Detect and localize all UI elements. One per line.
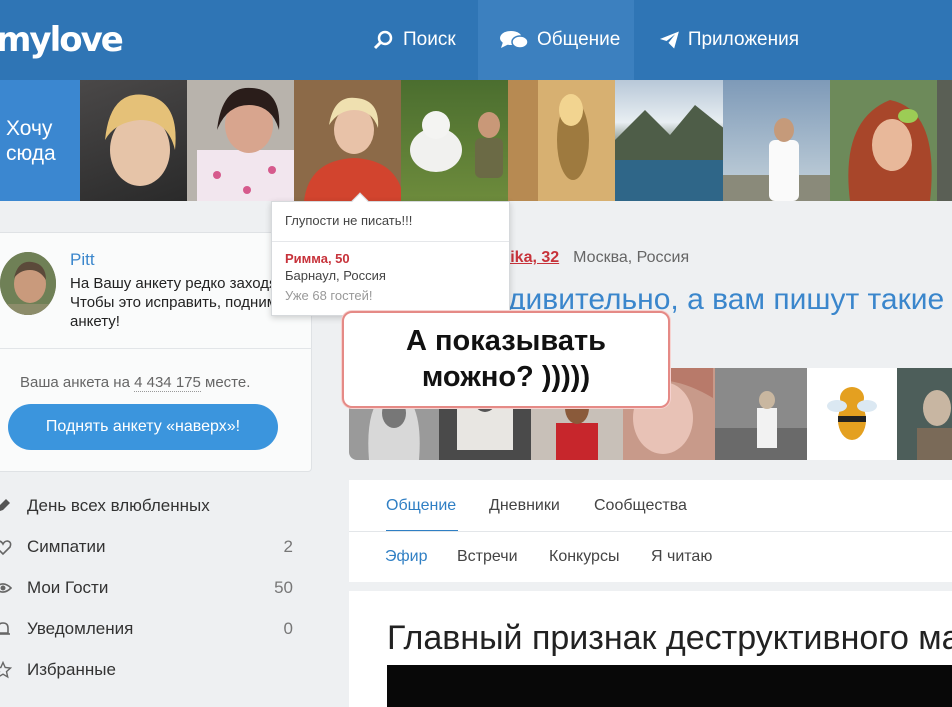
search-icon xyxy=(373,30,393,50)
featured-photo[interactable] xyxy=(508,80,616,201)
tooltip-guests: Уже 68 гостей! xyxy=(285,288,373,303)
menu-item-count: 2 xyxy=(283,537,293,556)
featured-photo-strip: Хочу сюда xyxy=(0,80,952,201)
feed-user-city: Москва, Россия xyxy=(573,249,690,266)
person-photo xyxy=(104,94,176,186)
avatar[interactable] xyxy=(0,252,56,315)
menu-item-notifications[interactable]: Уведомления 0 xyxy=(0,614,310,644)
annotation-callout: А показывать можно? ))))) xyxy=(342,311,670,408)
tab-diaries[interactable]: Дневники xyxy=(489,497,560,515)
person-photo xyxy=(508,80,616,201)
subtab-contests[interactable]: Конкурсы xyxy=(549,548,619,566)
profile-rank-text: Ваша анкета на 4 434 175 месте. xyxy=(20,374,251,392)
feed-user-line: rtenika, 32 Москва, Россия xyxy=(480,249,689,267)
article-title[interactable]: Главный признак деструктивного ма xyxy=(387,619,952,658)
menu-item-label: Избранные xyxy=(27,660,116,679)
nav-search[interactable]: Поиск xyxy=(373,0,463,80)
menu-item-valentines[interactable]: День всех влюбленных xyxy=(0,491,310,521)
featured-photo[interactable] xyxy=(79,80,187,201)
subtab-meetings[interactable]: Встречи xyxy=(457,548,518,566)
person-photo xyxy=(0,252,56,315)
feed-tabs-panel: Общение Дневники Сообщества Эфир Встречи… xyxy=(349,480,952,582)
eye-icon xyxy=(0,583,12,593)
tab-chat[interactable]: Общение xyxy=(386,497,456,515)
menu-item-guests[interactable]: Мои Гости 50 xyxy=(0,573,310,603)
bee-photo xyxy=(827,387,877,440)
tooltip-city: Барнаул, Россия xyxy=(285,268,386,283)
person-photo xyxy=(722,118,830,201)
tooltip-name[interactable]: Римма, 50 xyxy=(285,251,350,266)
subtab-broadcast[interactable]: Эфир xyxy=(385,548,428,566)
photo-thumb[interactable] xyxy=(807,368,897,460)
heart-icon xyxy=(0,540,12,556)
nav-apps-label: Приложения xyxy=(687,29,799,50)
featured-photo-highlighted[interactable] xyxy=(293,80,402,201)
nav-chat-label: Общение xyxy=(537,29,621,50)
tooltip-status: Глупости не писать!!! xyxy=(285,213,413,228)
top-header: mylove Поиск Общение Приложения xyxy=(0,0,952,80)
tabs-divider xyxy=(349,531,952,532)
featured-photo[interactable] xyxy=(615,80,723,201)
rank-suffix: месте. xyxy=(200,374,251,391)
profile-name-link[interactable]: Pitt xyxy=(70,250,95,270)
feed-article: Главный признак деструктивного ма xyxy=(349,591,952,707)
menu-item-favorites[interactable]: Избранные xyxy=(0,655,310,685)
person-photo xyxy=(917,390,952,460)
featured-photo[interactable] xyxy=(401,80,509,201)
want-here-button[interactable]: Хочу сюда xyxy=(0,80,80,201)
rank-value[interactable]: 4 434 175 xyxy=(134,374,201,392)
card-divider xyxy=(0,348,312,349)
chat-icon xyxy=(500,31,529,49)
menu-item-count: 0 xyxy=(283,619,293,638)
profile-hint-text: На Вашу анкету редко заходят! Чтобы это … xyxy=(70,275,301,330)
nav-search-label: Поиск xyxy=(403,29,456,50)
person-photo xyxy=(829,80,937,201)
person-photo xyxy=(196,87,294,201)
profile-tooltip: Глупости не писать!!! Римма, 50 Барнаул,… xyxy=(271,192,510,316)
featured-photo[interactable] xyxy=(936,80,952,201)
menu-item-likes[interactable]: Симпатии 2 xyxy=(0,532,310,562)
pen-icon xyxy=(0,499,10,511)
photo-thumb[interactable] xyxy=(715,368,807,460)
menu-item-label: Симпатии xyxy=(27,537,106,556)
photo-thumb[interactable] xyxy=(897,368,952,460)
tab-communities[interactable]: Сообщества xyxy=(594,497,687,515)
site-logo[interactable]: mylove xyxy=(0,20,124,60)
subtab-following[interactable]: Я читаю xyxy=(651,548,712,566)
rank-prefix: Ваша анкета на xyxy=(20,374,135,391)
nav-chat[interactable]: Общение xyxy=(478,0,634,80)
person-photo xyxy=(410,111,504,178)
menu-item-count: 50 xyxy=(274,578,293,597)
bell-icon xyxy=(0,622,10,635)
tooltip-divider xyxy=(272,241,509,242)
menu-item-label: Мои Гости xyxy=(27,578,109,597)
star-icon xyxy=(0,661,12,679)
menu-item-label: Уведомления xyxy=(27,619,134,638)
paper-plane-icon xyxy=(659,31,679,49)
featured-photo[interactable] xyxy=(829,80,937,201)
person-photo xyxy=(303,97,402,201)
nav-apps[interactable]: Приложения xyxy=(659,0,799,80)
raise-profile-button[interactable]: Поднять анкету «наверх»! xyxy=(8,404,278,450)
annotation-text: А показывать можно? ))))) xyxy=(405,325,606,393)
my-profile-card: Pitt На Вашу анкету редко заходят! Чтобы… xyxy=(0,232,312,472)
featured-photo[interactable] xyxy=(186,80,294,201)
article-video[interactable] xyxy=(387,665,952,707)
person-photo xyxy=(715,391,807,460)
menu-item-label: День всех влюбленных xyxy=(27,496,210,515)
landscape-photo xyxy=(615,105,723,201)
featured-photo[interactable] xyxy=(722,80,830,201)
